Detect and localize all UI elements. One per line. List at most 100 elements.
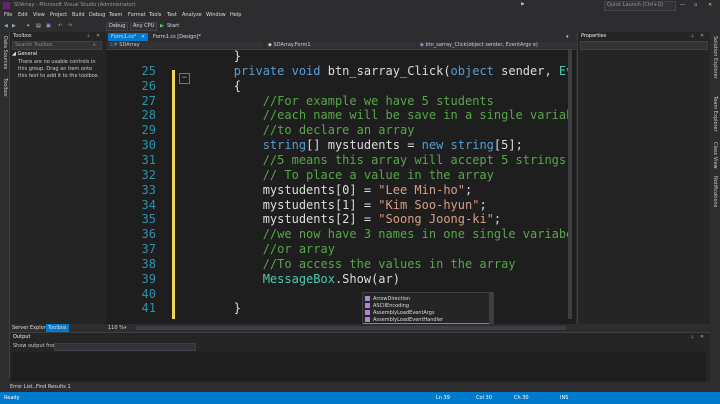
status-bar: Ready Ln 39 Col 30 Ch 30 INS — [0, 392, 720, 404]
code-line[interactable]: mystudents[2] = "Soong Joong-ki"; — [176, 212, 501, 226]
code-line[interactable]: MessageBox.Show(ar) — [176, 272, 400, 286]
code-line[interactable]: { — [176, 79, 241, 93]
line-number: 30 — [141, 138, 156, 153]
properties-object-dropdown[interactable] — [580, 41, 708, 50]
code-line[interactable]: //we now have 3 names in one single vari… — [176, 227, 572, 241]
output-source-dropdown[interactable] — [54, 343, 196, 351]
menu-project[interactable]: Project — [50, 12, 67, 19]
redo-icon[interactable]: ↷ — [68, 23, 72, 30]
code-token: string — [262, 138, 307, 153]
code-line[interactable]: string[] mystudents = new string[5]; — [176, 138, 523, 152]
platform-dropdown[interactable]: Any CPU — [130, 22, 158, 31]
code-line[interactable]: //to declare an array — [176, 123, 415, 137]
menu-build[interactable]: Build — [72, 12, 85, 19]
menu-test[interactable]: Test — [167, 12, 177, 19]
back-icon[interactable]: ◀ — [4, 23, 8, 30]
line-number: 41 — [141, 301, 156, 316]
notification-flag-icon[interactable]: ⚑ — [520, 2, 524, 9]
line-number: 36 — [141, 227, 156, 242]
code-editor[interactable]: 25 26 27 28 29 30 31 32 33 34 35 36 37 38 39 40 41 − } p… — [106, 49, 572, 319]
menu-view[interactable]: View — [33, 12, 45, 19]
show-output-label: Show output from: — [13, 343, 60, 349]
project-dropdown[interactable]: C# SDArray — [108, 42, 262, 48]
find-results-tab[interactable]: Find Results 1 — [36, 383, 71, 391]
code-line[interactable]: //or array — [176, 242, 335, 256]
menu-help[interactable]: Help — [230, 12, 241, 19]
code-line[interactable]: //To access the values in the array — [176, 257, 516, 271]
member-dropdown[interactable]: ◆ btn_sarray_Click(object sender, EventA… — [418, 42, 576, 48]
code-token: MessageBox — [262, 271, 335, 286]
open-icon[interactable]: ▤ — [36, 23, 41, 30]
toolbox-side-tab[interactable]: Toolbox — [2, 78, 8, 97]
output-close-icon[interactable]: ✕ — [700, 334, 704, 341]
close-button[interactable]: ✕ — [708, 2, 712, 9]
toolbox-search-placeholder: Search Toolbox — [15, 42, 53, 48]
pin-icon[interactable]: ⊥ — [86, 33, 90, 40]
code-token: } — [176, 49, 242, 63]
solution-explorer-tab[interactable]: Solution Explorer — [712, 36, 718, 79]
vertical-scrollbar[interactable] — [568, 49, 572, 319]
quick-launch-box[interactable]: Quick Launch (Ctrl+Q) — [604, 1, 676, 11]
menu-team[interactable]: Team — [109, 12, 122, 19]
zoom-level[interactable]: 110 % — [108, 325, 124, 332]
code-line[interactable]: //each name will be save in a single var… — [176, 108, 572, 122]
toolbar: ◀ ▶ ✦ ▤ ▣ ↶ ↷ Debug Any CPU ▶ Start — [0, 20, 720, 32]
output-text-area[interactable] — [12, 352, 706, 381]
toolbox-close-icon[interactable]: ✕ — [96, 33, 100, 40]
minimize-button[interactable]: — — [680, 2, 685, 9]
properties-close-icon[interactable]: ✕ — [700, 33, 704, 40]
toolbox-search-input[interactable]: Search Toolbox ⌕ — [12, 41, 102, 50]
toolbox-group-general[interactable]: ◢ General — [12, 51, 104, 58]
code-line[interactable]: //For example we have 5 students — [176, 94, 494, 108]
code-line[interactable]: private void btn_sarray_Click(object sen… — [176, 64, 572, 78]
team-explorer-tab[interactable]: Team Explorer — [712, 96, 718, 132]
undo-icon[interactable]: ↶ — [58, 23, 62, 30]
class-dropdown[interactable]: ◆ SDArray.Form1 — [266, 42, 416, 48]
line-number: 33 — [141, 182, 156, 197]
line-number: 28 — [141, 108, 156, 123]
class-view-tab[interactable]: Class View — [712, 142, 718, 169]
tab-form1-cs[interactable]: Form1.cs* ✕ — [108, 33, 149, 41]
code-line[interactable]: } — [176, 301, 241, 315]
tab-overflow-icon[interactable]: ▾ — [566, 34, 569, 41]
status-ready: Ready — [4, 395, 20, 401]
menu-file[interactable]: File — [4, 12, 12, 19]
new-project-icon[interactable]: ✦ — [26, 23, 30, 30]
menu-edit[interactable]: Edit — [18, 12, 28, 19]
tab-close-icon[interactable]: ✕ — [141, 34, 145, 40]
toolbox-tab[interactable]: Toolbox — [46, 324, 69, 332]
code-token: //5 means this array will accept 5 strin… — [176, 152, 567, 167]
forward-icon[interactable]: ▶ — [12, 23, 16, 30]
maximize-button[interactable]: ▫ — [694, 2, 697, 9]
error-list-tab[interactable]: Error List... — [10, 383, 37, 391]
code-token: //each name will be save in a single var… — [176, 108, 572, 123]
output-pin-icon[interactable]: ⊥ — [690, 334, 694, 341]
menu-analyze[interactable]: Analyze — [182, 12, 202, 19]
menu-debug[interactable]: Debug — [89, 12, 105, 19]
code-token: "Kim Soo-hyun" — [378, 197, 480, 212]
config-dropdown[interactable]: Debug — [106, 22, 129, 31]
vs-logo-icon — [3, 2, 10, 9]
tab-form1-design[interactable]: Form1.cs [Design]* — [150, 33, 204, 41]
notifications-tab[interactable]: Notifications — [712, 176, 718, 207]
horizontal-scrollbar[interactable] — [136, 326, 566, 330]
menu-format[interactable]: Format — [128, 12, 146, 19]
code-line[interactable]: //5 means this array will accept 5 strin… — [176, 153, 566, 167]
code-line[interactable]: mystudents[0] = "Lee Min-ho"; — [176, 183, 473, 197]
zoom-dropdown-icon[interactable]: ▾ — [124, 325, 127, 332]
save-icon[interactable]: ▣ — [46, 23, 51, 30]
menu-window[interactable]: Window — [206, 12, 226, 19]
line-number: 25 — [141, 63, 156, 78]
menu-tools[interactable]: Tools — [149, 12, 161, 19]
code-line[interactable]: // To place a value in the array — [176, 168, 494, 182]
start-icon[interactable]: ▶ — [160, 23, 164, 30]
method-icon: ◆ — [420, 42, 424, 48]
menu-bar: File Edit View Project Build Debug Team … — [0, 11, 720, 20]
code-line[interactable]: } — [176, 49, 241, 63]
start-button[interactable]: Start — [167, 23, 179, 30]
properties-pin-icon[interactable]: ⊥ — [690, 33, 694, 40]
data-sources-tab[interactable]: Data Sources — [2, 36, 8, 69]
code-line[interactable]: mystudents[1] = "Kim Soo-hyun"; — [176, 198, 487, 212]
